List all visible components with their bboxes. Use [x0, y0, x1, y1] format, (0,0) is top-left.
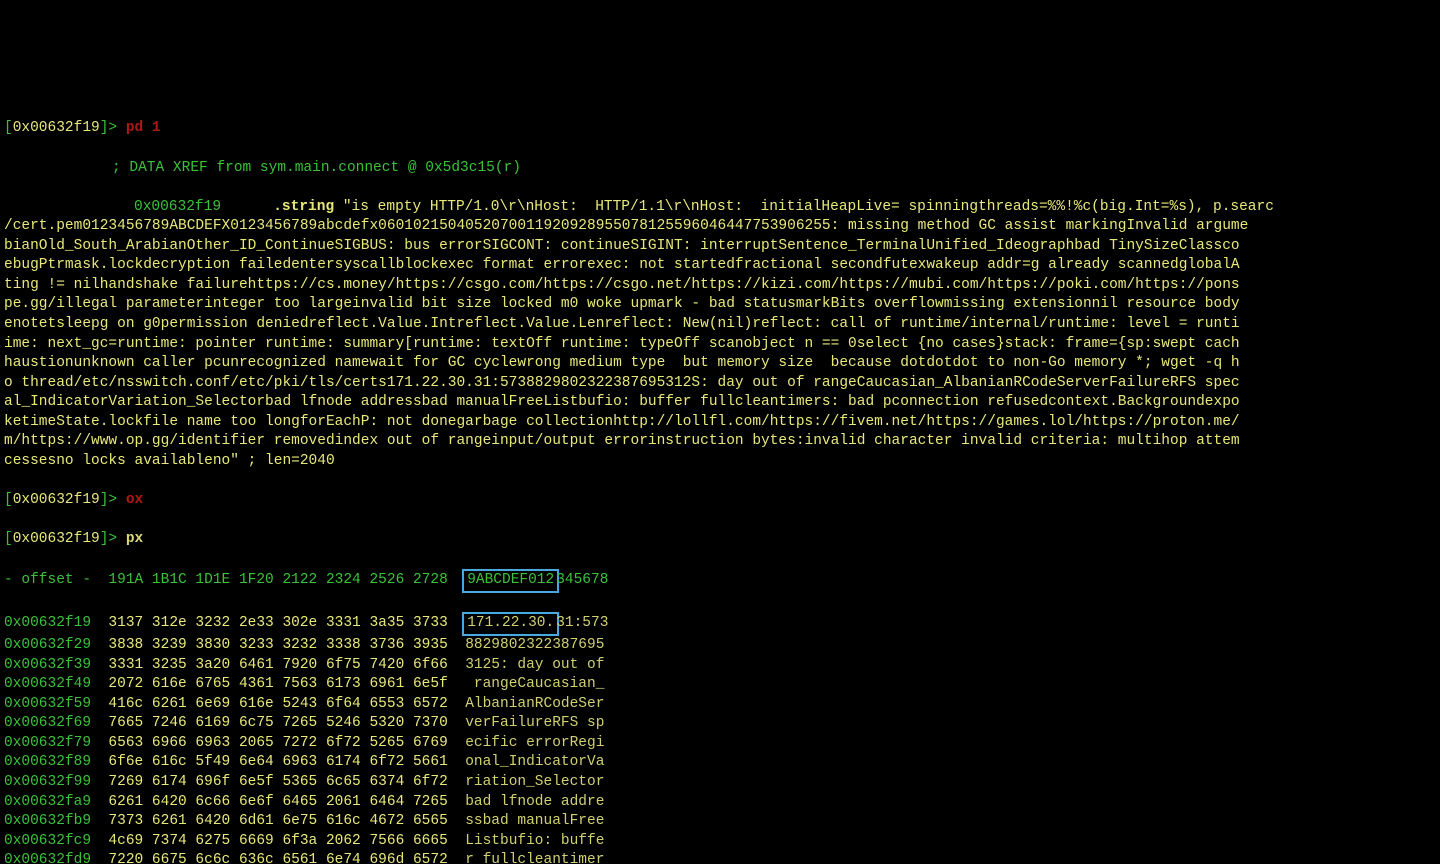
open-bracket: [	[4, 120, 13, 136]
hexdump-address: 0x00632f79	[4, 735, 91, 751]
dot-string-keyword: .string	[273, 199, 334, 215]
prompt-line-2[interactable]: [0x00632f19]> ox	[4, 491, 1436, 511]
hexdump-address: 0x00632fa9	[4, 794, 91, 810]
hexdump-row: 0x00632f79 6563 6966 6963 2065 7272 6f72…	[4, 734, 1436, 754]
disasm-line: 0x00632f19 .string "is empty HTTP/1.0\r\…	[4, 198, 1436, 472]
hexdump-row: 0x00632f39 3331 3235 3a20 6461 7920 6f75…	[4, 656, 1436, 676]
disasm-address: 0x00632f19	[134, 199, 221, 215]
string-literal: "is empty HTTP/1.0\r\nHost: HTTP/1.1\r\n…	[4, 199, 1274, 469]
hexdump-row: 0x00632f99 7269 6174 696f 6e5f 5365 6c65…	[4, 773, 1436, 793]
hexdump-ascii: 31:573	[556, 615, 608, 631]
command-ox: ox	[126, 492, 143, 508]
hexdump-row: 0x00632f89 6f6e 616c 5f49 6e64 6963 6174…	[4, 753, 1436, 773]
hexdump-bytes: 7665 7246 6169 6c75 7265 5246 5320 7370	[108, 715, 447, 731]
hexdump-row: 0x00632f49 2072 616e 6765 4361 7563 6173…	[4, 675, 1436, 695]
hexdump-header: - offset - 191A 1B1C 1D1E 1F20 2122 2324…	[4, 569, 1436, 593]
hexdump-address: 0x00632f69	[4, 715, 91, 731]
hexdump-address: 0x00632f49	[4, 676, 91, 692]
hexdump-bytes: 7269 6174 696f 6e5f 5365 6c65 6374 6f72	[108, 774, 447, 790]
hexdump-row: 0x00632fc9 4c69 7374 6275 6669 6f3a 2062…	[4, 832, 1436, 852]
hexdump-bytes: 4c69 7374 6275 6669 6f3a 2062 7566 6665	[108, 833, 447, 849]
hexdump-bytes: 416c 6261 6e69 616e 5243 6f64 6553 6572	[108, 696, 447, 712]
hexdump-address: 0x00632f59	[4, 696, 91, 712]
hexdump-row: 0x00632f59 416c 6261 6e69 616e 5243 6f64…	[4, 695, 1436, 715]
prompt-address: 0x00632f19	[13, 120, 100, 136]
prompt-gt: >	[108, 120, 125, 136]
hexdump-address: 0x00632fd9	[4, 852, 91, 864]
hexdump-ascii: r fullcleantimer	[465, 852, 604, 864]
highlighted-ip: 171.22.30.	[462, 612, 559, 636]
command-px: px	[126, 531, 143, 547]
hexdump-ascii: 8829802322387695	[465, 637, 604, 653]
hexdump-bytes: 7373 6261 6420 6d61 6e75 616c 4672 6565	[108, 813, 447, 829]
hexdump-header-cols: 191A 1B1C 1D1E 1F20 2122 2324 2526 2728	[108, 572, 447, 588]
hexdump-ascii: rangeCaucasian_	[465, 676, 604, 692]
hexdump-ascii: verFailureRFS sp	[465, 715, 604, 731]
hexdump-row: 0x00632f69 7665 7246 6169 6c75 7265 5246…	[4, 714, 1436, 734]
hexdump-ascii: ssbad manualFree	[465, 813, 604, 829]
hexdump-address: 0x00632f99	[4, 774, 91, 790]
hexdump-ascii: Listbufio: buffe	[465, 833, 604, 849]
hexdump-row: 0x00632fb9 7373 6261 6420 6d61 6e75 616c…	[4, 812, 1436, 832]
xref-text: ; DATA XREF from sym.main.connect @ 0x5d…	[112, 160, 521, 176]
hexdump-bytes: 3137 312e 3232 2e33 302e 3331 3a35 3733	[108, 615, 447, 631]
hexdump-bytes: 6261 6420 6c66 6e6f 6465 2061 6464 7265	[108, 794, 447, 810]
hexdump-bytes: 6563 6966 6963 2065 7272 6f72 5265 6769	[108, 735, 447, 751]
hexdump-row: 0x00632fd9 7220 6675 6c6c 636c 6561 6e74…	[4, 851, 1436, 864]
prompt-line-3[interactable]: [0x00632f19]> px	[4, 530, 1436, 550]
prompt-line-1[interactable]: [0x00632f19]> pd 1	[4, 119, 1436, 139]
hexdump-row: 0x00632f29 3838 3239 3830 3233 3232 3338…	[4, 636, 1436, 656]
terminal-output: [0x00632f19]> pd 1 ; DATA XREF from sym.…	[0, 98, 1440, 864]
hexdump-address: 0x00632f29	[4, 637, 91, 653]
hexdump-ascii: AlbanianRCodeSer	[465, 696, 604, 712]
hexdump-address: 0x00632f39	[4, 657, 91, 673]
hexdump-ascii: onal_IndicatorVa	[465, 754, 604, 770]
hexdump-ascii: ecific errorRegi	[465, 735, 604, 751]
hexdump-bytes: 3838 3239 3830 3233 3232 3338 3736 3935	[108, 637, 447, 653]
hexdump-ascii: 3125: day out of	[465, 657, 604, 673]
hexdump-address: 0x00632fb9	[4, 813, 91, 829]
hexdump-bytes: 3331 3235 3a20 6461 7920 6f75 7420 6f66	[108, 657, 447, 673]
hexdump-row: 0x00632fa9 6261 6420 6c66 6e6f 6465 2061…	[4, 793, 1436, 813]
hexdump-ascii: riation_Selector	[465, 774, 604, 790]
xref-line: ; DATA XREF from sym.main.connect @ 0x5d…	[4, 159, 1436, 179]
hexdump-body: 0x00632f19 3137 312e 3232 2e33 302e 3331…	[4, 612, 1436, 864]
hexdump-address: 0x00632f89	[4, 754, 91, 770]
hexdump-row: 0x00632f19 3137 312e 3232 2e33 302e 3331…	[4, 612, 1436, 636]
hexdump-bytes: 2072 616e 6765 4361 7563 6173 6961 6e5f	[108, 676, 447, 692]
hexdump-address: 0x00632f19	[4, 615, 91, 631]
hexdump-header-boxed: 9ABCDEF012	[462, 569, 559, 593]
hexdump-bytes: 6f6e 616c 5f49 6e64 6963 6174 6f72 5661	[108, 754, 447, 770]
hexdump-ascii: bad lfnode addre	[465, 794, 604, 810]
hexdump-header-offset: - offset -	[4, 572, 108, 588]
hexdump-address: 0x00632fc9	[4, 833, 91, 849]
hexdump-bytes: 7220 6675 6c6c 636c 6561 6e74 696d 6572	[108, 852, 447, 864]
command-pd: pd 1	[126, 120, 161, 136]
